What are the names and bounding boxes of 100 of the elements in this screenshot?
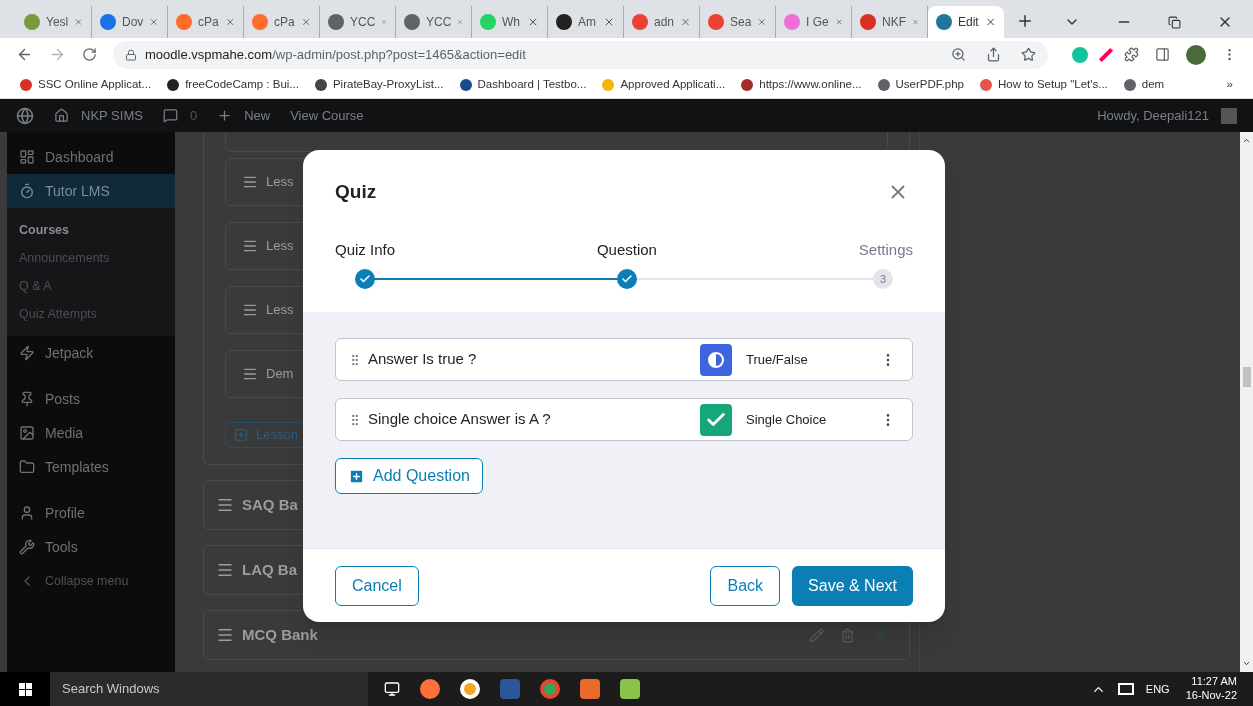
presentation-app-icon[interactable]	[580, 679, 600, 699]
address-field[interactable]: moodle.vspmahe.com/wp-admin/post.php?post=1465&action=edit	[113, 40, 1048, 69]
menu-item-icon	[19, 149, 35, 165]
bookmark-link[interactable]: UserPDF.php	[877, 75, 964, 94]
search-field[interactable]: Search Windows	[50, 672, 368, 706]
drag-handle-icon[interactable]	[216, 496, 234, 514]
new-link[interactable]: New	[244, 105, 271, 126]
topic-title: MCQ Bank	[242, 624, 318, 645]
question-row[interactable]: Answer Is true ? True/False	[335, 338, 913, 381]
task-view-icon[interactable]	[384, 681, 400, 697]
menu-item-icon	[19, 459, 35, 475]
plus-icon[interactable]	[217, 108, 233, 123]
tab-title: NKF	[882, 14, 906, 31]
browser-tab[interactable]: cPa	[168, 6, 244, 38]
view-course-link[interactable]: View Course	[290, 105, 364, 126]
browser-tab[interactable]: NKF	[852, 6, 928, 38]
step-number: 3	[873, 269, 893, 289]
browser-tab[interactable]: I Ge	[776, 6, 852, 38]
drag-handle-icon[interactable]	[216, 626, 234, 644]
sidebar-item[interactable]: Posts	[7, 382, 175, 416]
browser-tab[interactable]: Wh	[472, 6, 548, 38]
lesson-title: Dem	[266, 365, 294, 384]
cancel-button[interactable]: Cancel	[335, 565, 419, 606]
back-icon[interactable]	[16, 46, 33, 63]
drag-handle-icon[interactable]	[242, 302, 258, 318]
step-label: Quiz Info	[335, 239, 396, 260]
tab-title: Wh	[502, 14, 521, 31]
close-icon[interactable]	[603, 16, 615, 28]
more-bookmarks[interactable]: »	[1226, 75, 1233, 94]
language-indicator[interactable]: ENG	[1145, 680, 1170, 698]
question-type: True/False	[746, 350, 809, 369]
sidebar-item[interactable]: Profile	[7, 496, 175, 530]
bookmark-link[interactable]: PirateBay-ProxyList...	[314, 75, 444, 94]
zoom-icon[interactable]	[951, 47, 966, 62]
bookmark-link[interactable]: How to Setup "Let's...	[979, 75, 1108, 94]
scroll-down-icon[interactable]	[1242, 659, 1251, 668]
scroll-up-icon[interactable]	[1242, 136, 1251, 145]
plus-icon	[234, 428, 248, 442]
sidebar-item[interactable]: Dashboard	[7, 140, 175, 174]
sidebar-item[interactable]: Media	[7, 416, 175, 450]
bookmark-link[interactable]: Dashboard | Testbo...	[459, 75, 587, 94]
save-next-button[interactable]: Save & Next	[792, 565, 913, 606]
new-tab-icon[interactable]	[1016, 12, 1034, 30]
submenu-item[interactable]: Courses	[7, 216, 175, 244]
bookmark-link[interactable]: dem	[1123, 75, 1165, 94]
sidebar-item[interactable]: Tools	[7, 530, 175, 564]
browser-app-icon[interactable]	[420, 679, 440, 699]
tab-title: cPa	[274, 14, 295, 31]
drag-handle-icon[interactable]	[242, 174, 258, 190]
browser-tab[interactable]: Yesl	[16, 6, 92, 38]
clock-date[interactable]: 16-Nov-22	[1185, 689, 1237, 703]
step-label: Question	[596, 239, 657, 260]
comment-icon[interactable]	[162, 108, 178, 123]
share-icon[interactable]	[986, 47, 1001, 62]
bookmark-link[interactable]: SSC Online Applicat...	[20, 75, 152, 94]
clock-time[interactable]: 11:27 AM	[1191, 675, 1237, 689]
extension-icon[interactable]	[1072, 46, 1088, 63]
browser-tab[interactable]: Edit	[928, 6, 1004, 38]
sidebar-item[interactable]: Jetpack	[7, 336, 175, 370]
tab-title: Sea	[730, 14, 752, 31]
browser-tab[interactable]: YCC	[396, 6, 472, 38]
browser-app-icon[interactable]	[540, 679, 560, 699]
browser-tab[interactable]: YCC	[320, 6, 396, 38]
back-button[interactable]: Back	[710, 565, 781, 606]
puzzle-icon[interactable]	[1124, 47, 1139, 62]
browser-tab[interactable]: Sea	[700, 6, 776, 38]
reload-icon[interactable]	[82, 47, 97, 62]
drag-handle-icon[interactable]	[216, 561, 234, 579]
scrollbar[interactable]	[1240, 132, 1253, 672]
bookmark-link[interactable]: Approved Applicati...	[602, 75, 726, 94]
avatar-icon[interactable]	[1186, 44, 1206, 65]
menu-item-icon	[19, 183, 35, 199]
browser-tab[interactable]: adn	[624, 6, 700, 38]
site-link[interactable]: NKP SIMS	[81, 105, 143, 126]
browser-tab[interactable]: Am	[548, 6, 624, 38]
bookmark-link[interactable]: freeCodeCamp : Bui...	[167, 75, 299, 94]
question-title: Single choice Answer is A ?	[368, 409, 552, 430]
star-icon[interactable]	[1021, 47, 1036, 62]
scroll-thumb[interactable]	[1242, 367, 1251, 387]
add-question-button[interactable]: Add Question	[335, 458, 483, 494]
question-row[interactable]: Single choice Answer is A ? Single Choice	[335, 398, 913, 441]
bookmark-link[interactable]: https://www.online...	[741, 75, 862, 94]
side-panel-icon[interactable]	[1155, 47, 1170, 62]
howdy-link[interactable]: Howdy, Deepali121	[1097, 105, 1209, 126]
editor-app-icon[interactable]	[620, 679, 640, 699]
sidebar-item[interactable]: Tutor LMS	[7, 174, 175, 208]
question-title: Answer Is true ?	[368, 349, 478, 370]
drag-handle-icon[interactable]	[242, 366, 258, 382]
home-icon[interactable]	[54, 108, 69, 123]
plus-icon	[348, 467, 365, 485]
tab-title: YCC	[350, 14, 376, 31]
question-type: Single Choice	[746, 410, 828, 429]
contrast-icon	[700, 343, 732, 376]
close-icon[interactable]	[527, 16, 539, 28]
browser-tab[interactable]: Dov	[92, 6, 168, 38]
restore-icon[interactable]	[1168, 15, 1181, 29]
windows-icon[interactable]	[18, 682, 32, 696]
browser-tab[interactable]: cPa	[244, 6, 320, 38]
drag-handle-icon[interactable]	[242, 238, 258, 254]
sidebar-item[interactable]: Templates	[7, 450, 175, 484]
